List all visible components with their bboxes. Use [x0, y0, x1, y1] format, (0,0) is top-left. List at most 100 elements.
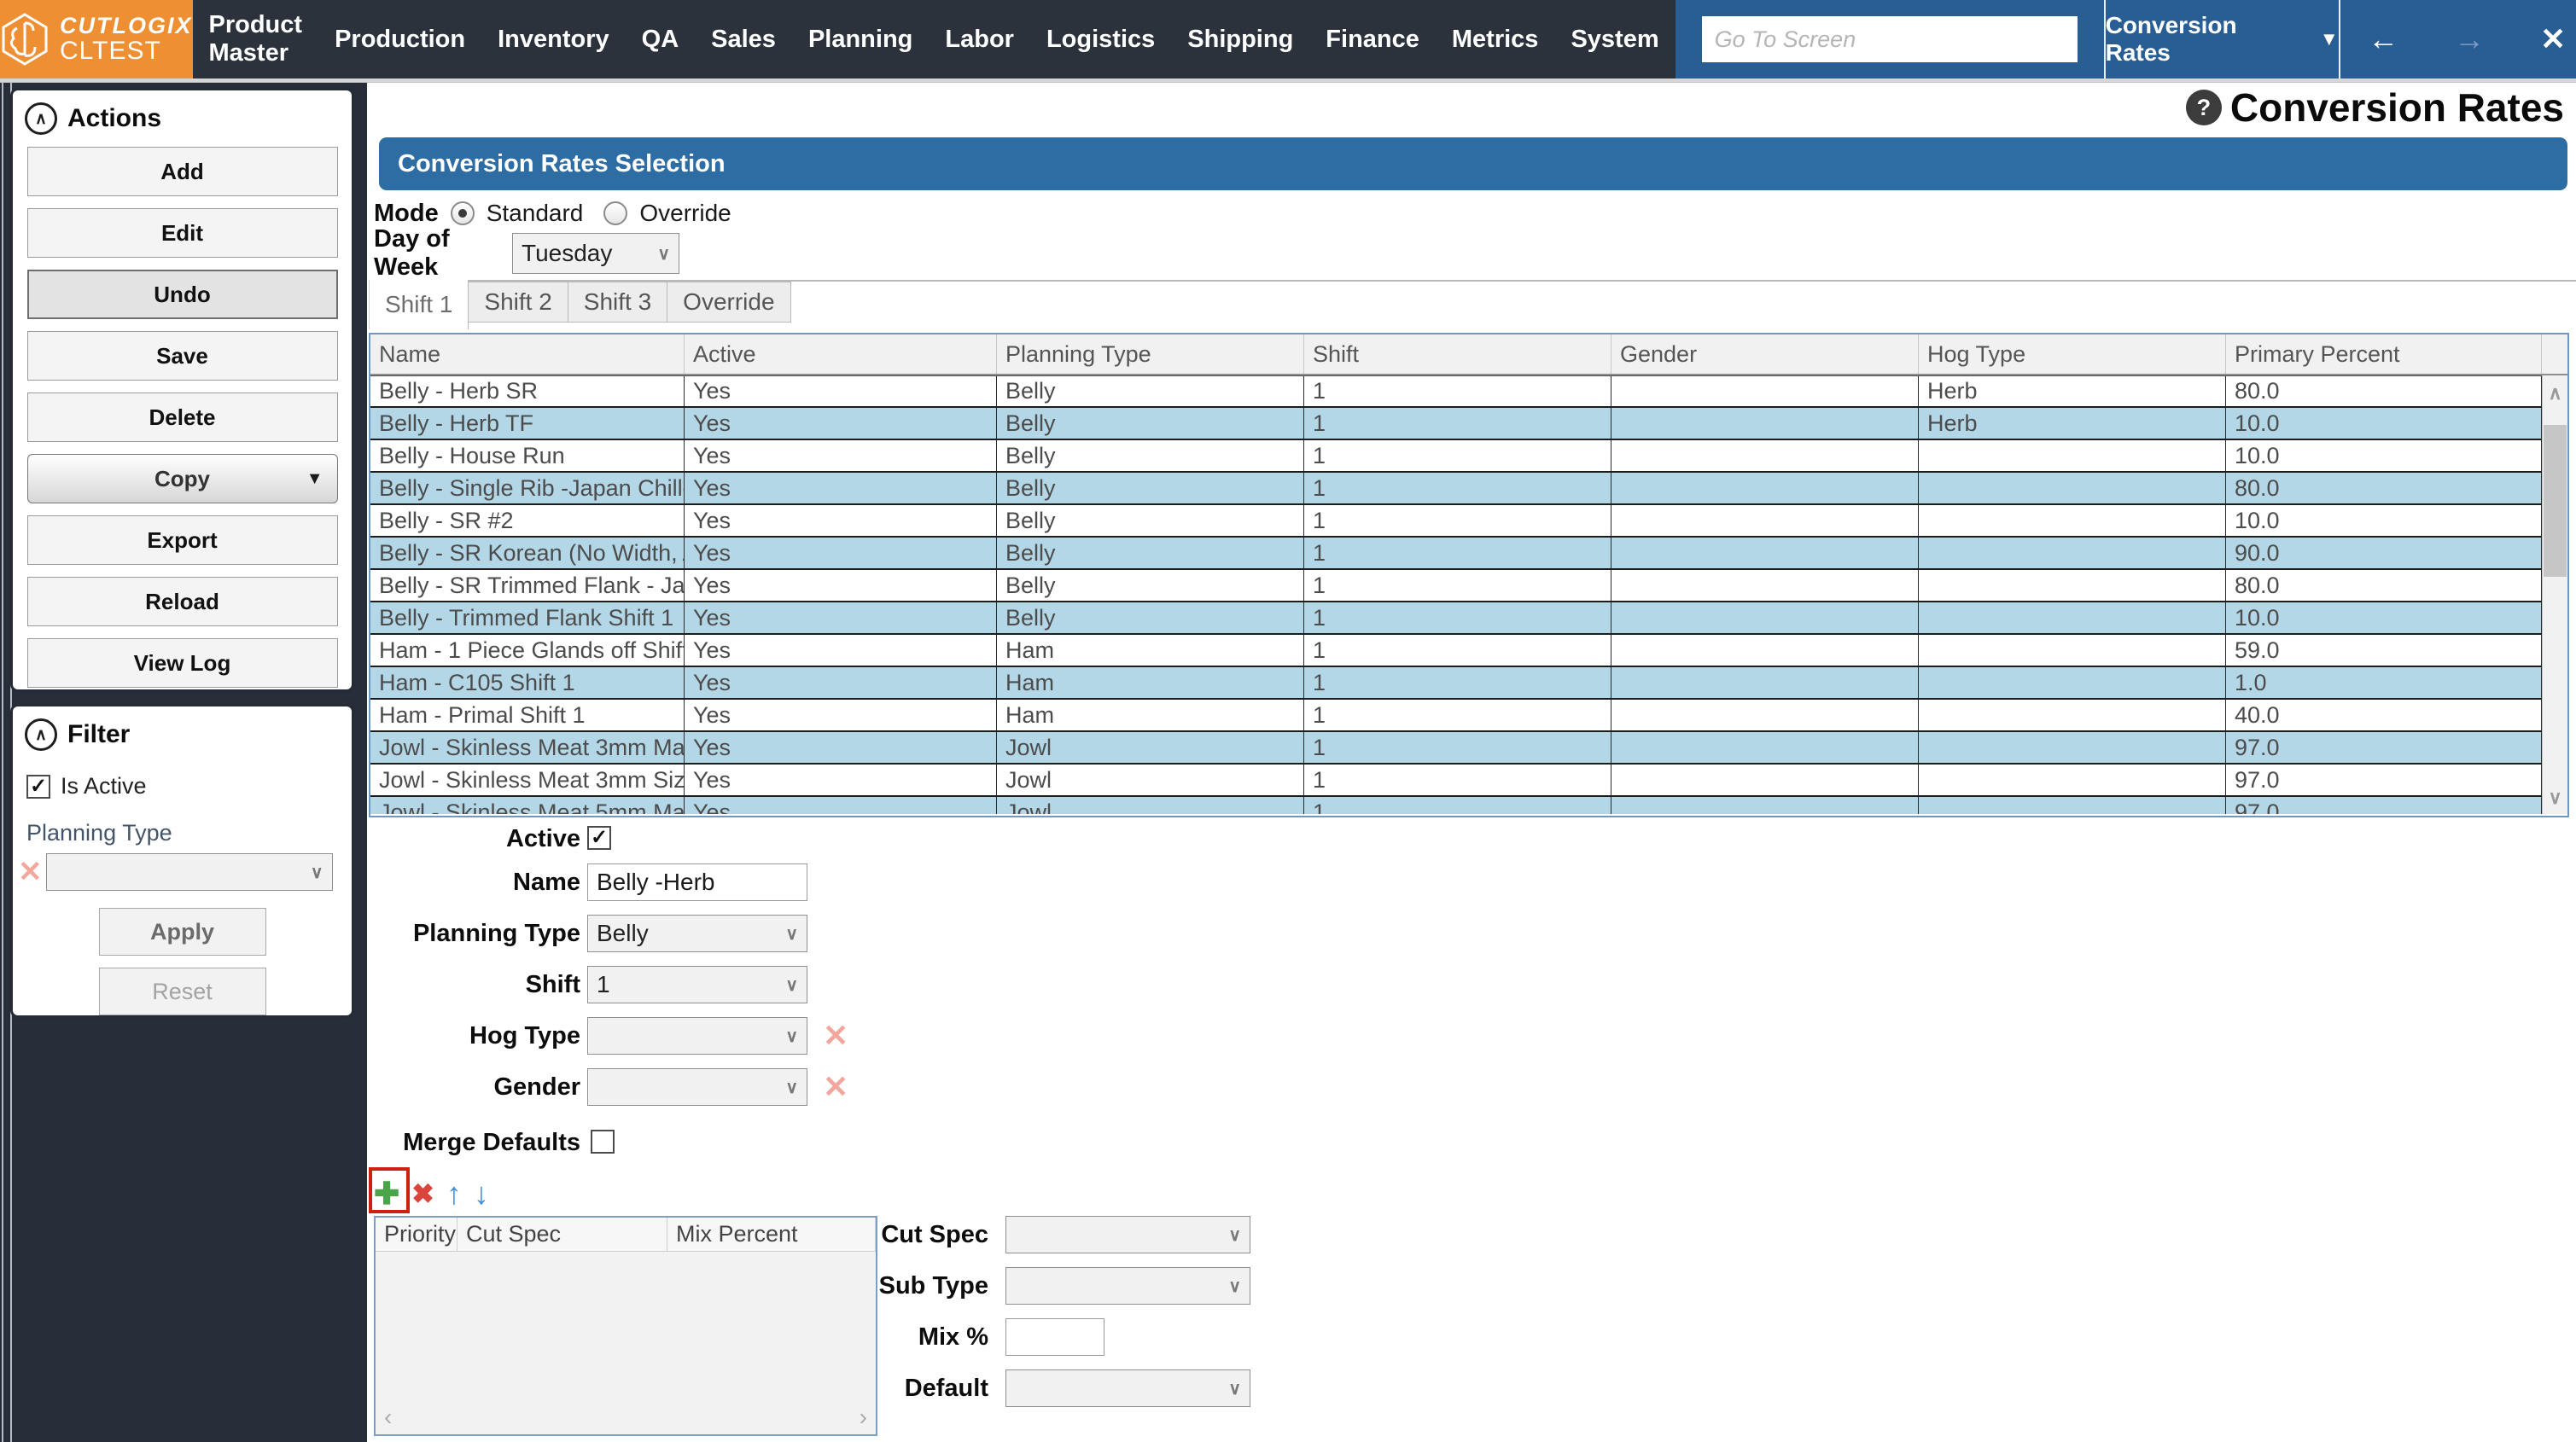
main-content: ? Conversion Rates Conversion Rates Sele…	[367, 83, 2576, 1442]
column-header[interactable]: Planning Type	[997, 334, 1304, 374]
table-row[interactable]: Belly - SR #2 Yes Belly 1 10.0	[370, 505, 2542, 538]
table-cell: Herb	[1919, 408, 2226, 439]
scroll-up-icon[interactable]: ∧	[2543, 382, 2567, 404]
planning-type-select[interactable]: Belly ∨	[587, 915, 807, 952]
help-icon[interactable]: ?	[2185, 90, 2222, 125]
menu-item[interactable]: Product Master	[193, 0, 319, 78]
menu-item[interactable]: Logistics	[1030, 0, 1171, 78]
planning-type-filter-label: Planning Type	[26, 820, 172, 846]
merge-defaults-checkbox[interactable]	[591, 1130, 615, 1154]
delete-row-icon[interactable]: ✖	[411, 1180, 434, 1207]
scrollbar-thumb[interactable]	[2544, 425, 2567, 577]
table-row[interactable]: Ham - 1 Piece Glands off Shift 1 Yes Ham 1 5…	[370, 635, 2542, 667]
screen-selector-dropdown[interactable]: Conversion Rates ▼	[2106, 0, 2340, 78]
table-row[interactable]: Belly - SR Trimmed Flank - JapanYesBelly…	[370, 570, 2542, 602]
clear-filter-icon[interactable]: ✕	[18, 858, 43, 887]
copy-button[interactable]: Copy ▼	[26, 454, 338, 503]
table-cell	[1919, 473, 2226, 503]
tab-shift-2[interactable]: Shift 2	[469, 282, 568, 323]
collapse-icon[interactable]: ∧	[25, 718, 57, 751]
vertical-scrollbar[interactable]: ∧ ∨	[2542, 375, 2567, 814]
edit-button[interactable]: Edit	[26, 208, 338, 258]
menu-item[interactable]: Shipping	[1171, 0, 1309, 78]
planning-type-filter-select[interactable]: ∨	[45, 853, 333, 891]
name-input[interactable]	[587, 863, 807, 901]
menu-item[interactable]: Planning	[792, 0, 929, 78]
table-row[interactable]: Belly - Single Rib -Japan Chilled SYesBe…	[370, 473, 2542, 505]
tab-override[interactable]: Override	[667, 282, 791, 323]
sub-type-select[interactable]: ∨	[1005, 1267, 1250, 1305]
table-row[interactable]: Belly - Herb TF Yes Belly 1 Herb 10.0	[370, 408, 2542, 440]
table-row[interactable]: Jowl - Skinless Meat 3mm Max SlYesJowl1 9…	[370, 732, 2542, 765]
cut-spec-select[interactable]: ∨	[1005, 1216, 1250, 1253]
undo-button[interactable]: Undo	[26, 270, 338, 319]
table-cell	[1611, 700, 1919, 730]
delete-button[interactable]: Delete	[26, 392, 338, 442]
column-header[interactable]: Name	[370, 334, 685, 374]
tab-shift-1[interactable]: Shift 1	[369, 280, 469, 329]
copy-button-label: Copy	[154, 465, 210, 491]
tab-shift-3[interactable]: Shift 3	[568, 282, 668, 323]
is-active-checkbox[interactable]: ✓	[26, 774, 50, 799]
merge-defaults-label: Merge Defaults	[403, 1129, 580, 1156]
standard-radio[interactable]	[450, 201, 475, 225]
move-down-icon[interactable]: ↓	[474, 1178, 489, 1209]
scroll-right-icon[interactable]: ›	[860, 1405, 867, 1429]
history-nav-section: ← → ✕	[2340, 0, 2576, 78]
table-cell: Belly - Single Rib -Japan Chilled S	[370, 473, 685, 503]
table-row[interactable]: Belly - House Run Yes Belly 1 10.0	[370, 440, 2542, 473]
goto-screen-input[interactable]	[1701, 16, 2078, 62]
column-header[interactable]: Active	[685, 334, 997, 374]
menu-item[interactable]: Production	[318, 0, 481, 78]
column-header[interactable]: Cut Spec	[458, 1218, 667, 1251]
close-icon[interactable]: ✕	[2540, 21, 2566, 57]
move-up-icon[interactable]: ↑	[446, 1178, 462, 1209]
chevron-down-icon[interactable]: ▼	[306, 469, 323, 489]
reload-button[interactable]: Reload	[26, 577, 338, 626]
table-cell: Ham - 1 Piece Glands off Shift 1	[370, 635, 685, 666]
hog-type-select[interactable]: ∨	[587, 1017, 807, 1055]
table-cell: Yes	[685, 570, 997, 601]
export-button[interactable]: Export	[26, 515, 338, 565]
column-header[interactable]: Gender	[1611, 334, 1919, 374]
reset-button[interactable]: Reset	[98, 968, 266, 1015]
table-row[interactable]: Belly - Herb SR Yes Belly 1 Herb 80.0	[370, 375, 2542, 408]
column-header[interactable]: Shift	[1304, 334, 1611, 374]
back-icon[interactable]: ←	[2368, 21, 2398, 57]
column-header[interactable]: Hog Type	[1919, 334, 2226, 374]
clear-hog-type-icon[interactable]: ✕	[823, 1017, 848, 1055]
column-header[interactable]: Priority	[376, 1218, 458, 1251]
view-log-button[interactable]: View Log	[26, 638, 338, 688]
apply-button[interactable]: Apply	[98, 908, 266, 956]
scroll-down-icon[interactable]: ∨	[2543, 787, 2567, 809]
gender-select[interactable]: ∨	[587, 1068, 807, 1106]
menu-item[interactable]: Inventory	[481, 0, 626, 78]
clear-gender-icon[interactable]: ✕	[823, 1068, 848, 1106]
default-select[interactable]: ∨	[1005, 1369, 1250, 1407]
save-button[interactable]: Save	[26, 331, 338, 381]
column-header[interactable]: Primary Percent	[2226, 334, 2542, 374]
table-row[interactable]: Ham - Primal Shift 1 Yes Ham 1 40.0	[370, 700, 2542, 732]
menu-item[interactable]: QA	[626, 0, 696, 78]
shift-select[interactable]: 1 ∨	[587, 966, 807, 1003]
mix-percent-input[interactable]	[1005, 1318, 1104, 1356]
table-row[interactable]: Belly - SR Korean (No Width, All BYesBel…	[370, 538, 2542, 570]
forward-icon[interactable]: →	[2454, 21, 2485, 57]
table-row[interactable]: Belly - Trimmed Flank Shift 1 Yes Belly 1 10…	[370, 602, 2542, 635]
override-radio[interactable]	[603, 201, 628, 225]
table-row[interactable]: Jowl - Skinless Meat 3mm Sized SYesJowl1…	[370, 765, 2542, 797]
add-button[interactable]: Add	[26, 147, 338, 196]
collapse-icon[interactable]: ∧	[25, 102, 57, 135]
menu-item[interactable]: Sales	[695, 0, 792, 78]
scroll-left-icon[interactable]: ‹	[384, 1405, 392, 1429]
day-of-week-select[interactable]: Tuesday ∨	[512, 233, 679, 274]
table-row[interactable]: Ham - C105 Shift 1 Yes Ham 1 1.0	[370, 667, 2542, 700]
table-cell: Belly	[997, 376, 1304, 406]
menu-item[interactable]: Metrics	[1436, 0, 1555, 78]
menu-item[interactable]: Labor	[929, 0, 1030, 78]
table-row[interactable]: Jowl - Skinless Meat 5mm Max SlYesJowl1 9…	[370, 797, 2542, 814]
section-header-label: Conversion Rates Selection	[398, 149, 726, 177]
menu-item[interactable]: Finance	[1309, 0, 1436, 78]
active-checkbox[interactable]: ✓	[587, 826, 611, 850]
menu-item[interactable]: System	[1554, 0, 1675, 78]
